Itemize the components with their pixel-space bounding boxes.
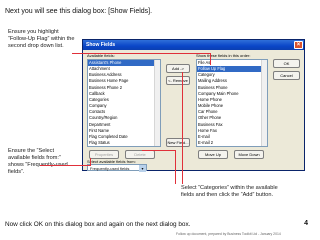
shown-scrollbar[interactable] xyxy=(261,60,267,146)
page-number: 4 xyxy=(304,220,308,227)
move-down-button[interactable]: Move Down xyxy=(234,150,264,159)
page-heading: Next you will see this dialog box: [Show… xyxy=(5,8,153,15)
highlight-arrow-line xyxy=(72,53,210,54)
cancel-button[interactable]: Cancel xyxy=(273,71,300,80)
chevron-down-icon[interactable]: ▾ xyxy=(139,165,146,172)
shown-fields-list[interactable]: File As Follow Up Flag Category Mailing Add… xyxy=(196,59,268,147)
note-highlight: Ensure you highlight “Follow-Up Flag” wi… xyxy=(8,29,75,50)
footer-instruction: Now click OK on this dialog box and agai… xyxy=(5,221,191,228)
categories-arrow-line xyxy=(175,150,176,184)
ok-button[interactable]: OK xyxy=(273,59,300,68)
select-from-value: Frequently-used fields xyxy=(90,166,130,171)
available-scrollbar[interactable] xyxy=(154,60,160,146)
footer-credit: Follow up document, prepared by Business… xyxy=(176,232,281,236)
add-arrow-line xyxy=(182,72,183,184)
dialog-title: Show Fields xyxy=(86,42,116,48)
show-fields-dialog: Show Fields × Available fields: Show the… xyxy=(82,39,305,172)
select-arrow-line xyxy=(40,165,90,166)
delete-button[interactable]: Delete xyxy=(125,150,155,159)
note-categories: Select “Categories” within the available… xyxy=(181,185,278,199)
dialog-title-bar: Show Fields × xyxy=(83,40,304,50)
select-arrow-drop xyxy=(90,158,91,166)
available-fields-list[interactable]: Assistant's Phone Attachment Business Addr… xyxy=(87,59,161,147)
select-from-dropdown[interactable]: Frequently-used fields ▾ xyxy=(87,164,147,172)
note-select-from: Ensure the “Select available fields from… xyxy=(8,148,68,176)
categories-arrow-branch xyxy=(142,150,176,151)
move-up-button[interactable]: Move Up xyxy=(198,150,228,159)
properties-button[interactable]: Properties xyxy=(89,150,119,159)
add-button[interactable]: Add -> xyxy=(166,64,190,73)
shown-field-item[interactable]: E-mail 2 xyxy=(197,140,267,146)
available-field-item[interactable]: Flag Status xyxy=(88,140,160,146)
close-icon[interactable]: × xyxy=(294,41,303,49)
new-field-button[interactable]: New Field... xyxy=(166,138,190,147)
highlight-arrow-drop xyxy=(210,53,211,65)
remove-button[interactable]: <- Remove xyxy=(166,76,190,85)
